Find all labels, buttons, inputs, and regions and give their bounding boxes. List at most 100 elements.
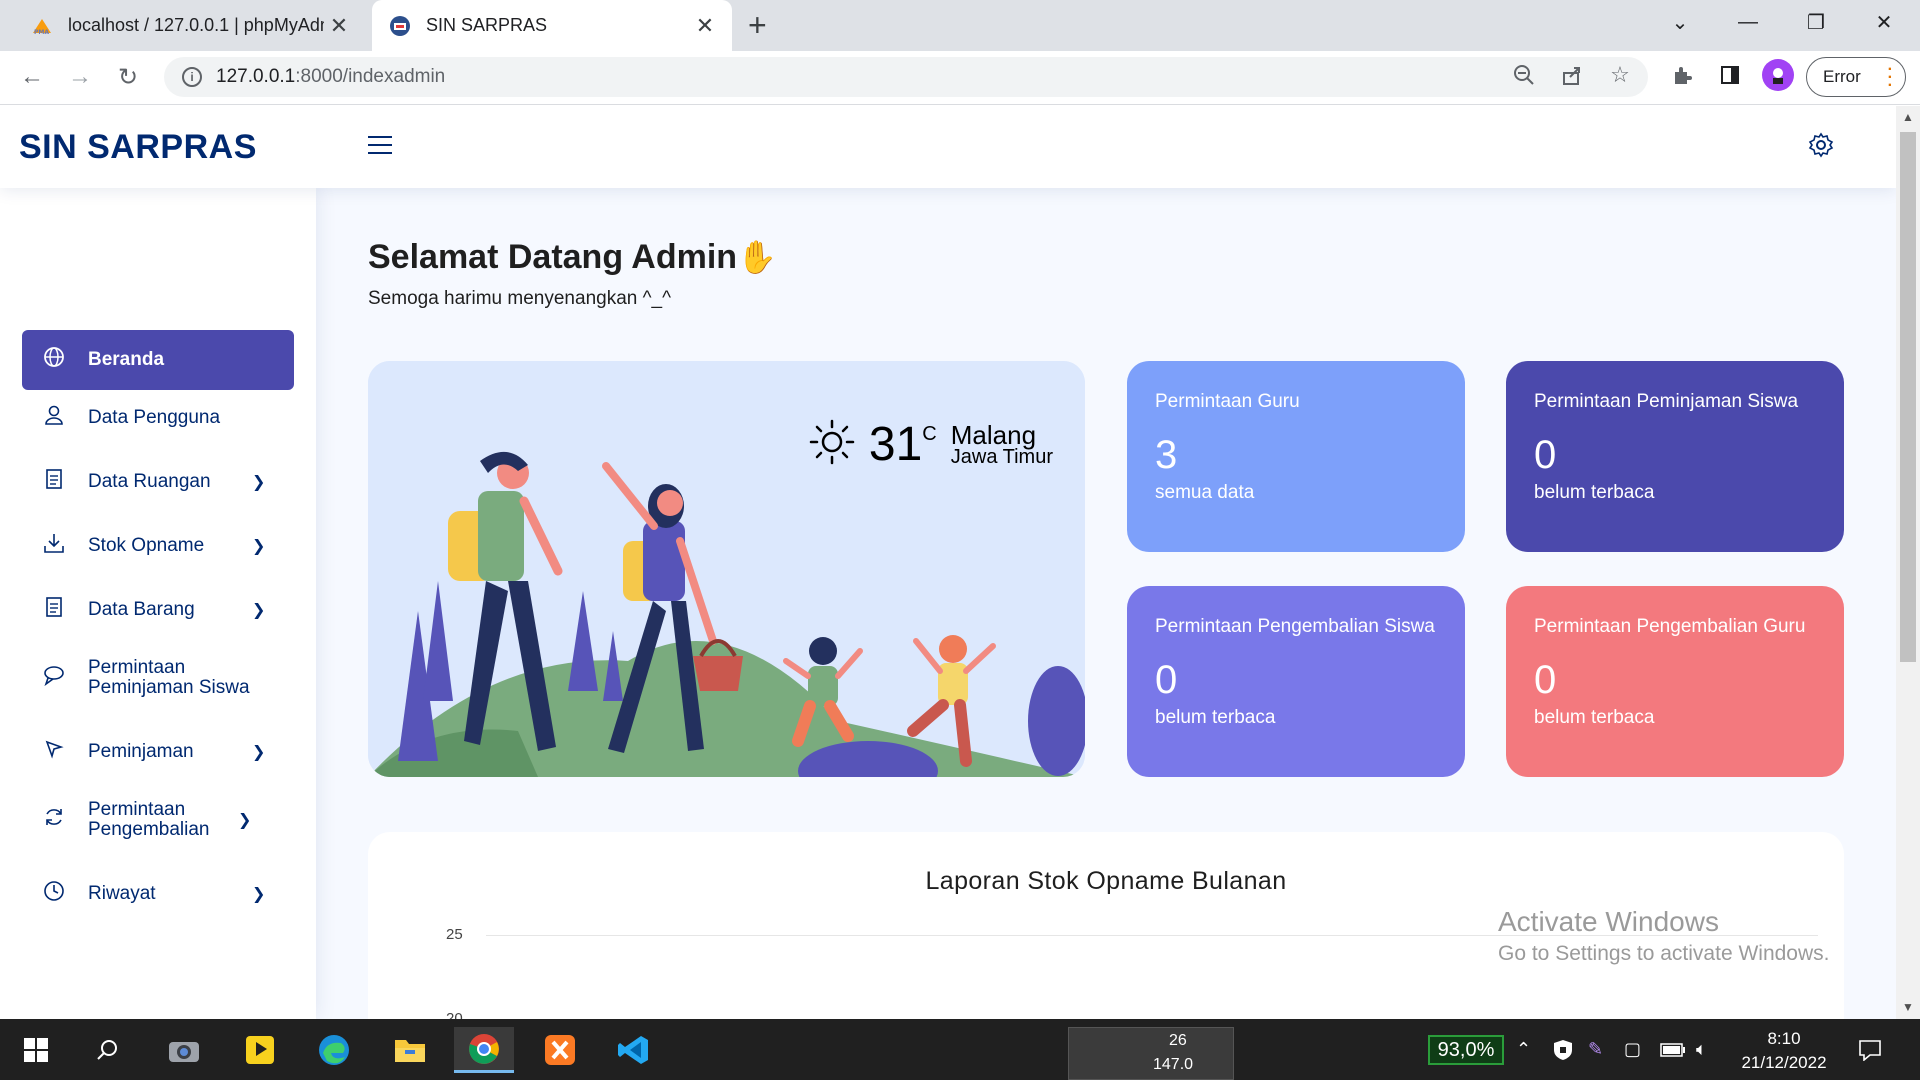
app-header: SIN SARPRAS <box>0 106 1896 188</box>
security-shield-icon[interactable] <box>1552 1019 1574 1080</box>
gear-icon[interactable] <box>1808 132 1834 165</box>
battery-icon[interactable] <box>1660 1019 1686 1080</box>
scroll-up-arrow-icon[interactable]: ▲ <box>1902 110 1914 124</box>
stat-title: Permintaan Guru <box>1155 391 1300 412</box>
volume-icon[interactable]: 🔈︎ <box>1696 1019 1707 1080</box>
sidebar-item-peminjaman[interactable]: Peminjaman ❯ <box>22 728 294 776</box>
sidebar-item-label: Permintaan Peminjaman Siswa <box>88 657 250 698</box>
zoom-icon[interactable] <box>1510 61 1538 89</box>
refresh-icon <box>42 806 66 834</box>
weather-card: 31 C Malang Jawa Timur <box>368 361 1085 777</box>
restore-button[interactable]: ❐ <box>1788 0 1844 44</box>
tab-search-icon[interactable]: ⌄ <box>1652 0 1708 44</box>
close-window-button[interactable]: ✕ <box>1856 0 1912 44</box>
sidebar-item-stok-opname[interactable]: Stok Opname ❯ <box>22 522 294 570</box>
sidebar-item-beranda[interactable]: Beranda <box>22 330 294 390</box>
hamburger-menu-icon[interactable] <box>368 136 392 160</box>
back-icon[interactable]: ← <box>14 59 50 95</box>
stat-card-permintaan-guru[interactable]: Permintaan Guru 3 semua data <box>1127 361 1465 552</box>
show-hidden-icons-chevron[interactable]: ⌃ <box>1516 1019 1531 1080</box>
chat-icon <box>42 664 66 692</box>
stat-value: 0 <box>1534 658 1557 702</box>
sun-icon <box>809 419 855 470</box>
system-monitor-widget[interactable]: 26 147.0 <box>1068 1027 1234 1080</box>
user-icon <box>42 404 66 432</box>
scroll-down-arrow-icon[interactable]: ▼ <box>1902 1000 1914 1014</box>
page-subtitle: Semoga harimu menyenangkan ^_^ <box>368 288 672 309</box>
xampp-icon[interactable] <box>530 1027 590 1073</box>
sidebar-item-permintaan-peminjaman-siswa[interactable]: Permintaan Peminjaman Siswa <box>22 646 294 710</box>
stat-value: 0 <box>1155 658 1178 702</box>
temperature-value: 31 <box>868 418 923 471</box>
tab-sin-sarpras[interactable]: SIN SARPRAS ✕ <box>372 0 732 51</box>
forward-icon[interactable]: → <box>62 59 98 95</box>
close-tab-icon[interactable]: ✕ <box>324 13 354 39</box>
site-info-icon[interactable]: i <box>182 67 202 87</box>
file-explorer-icon[interactable] <box>380 1027 440 1073</box>
device-icon[interactable]: ▢ <box>1624 1019 1641 1080</box>
profile-avatar[interactable] <box>1762 59 1794 91</box>
svg-text:PMA: PMA <box>34 29 49 35</box>
stat-subtitle: belum terbaca <box>1534 707 1655 728</box>
temperature-unit: C <box>922 423 937 445</box>
address-bar[interactable]: i 127.0.0.1:8000/indexadmin <box>164 57 1648 97</box>
chevron-right-icon: ❯ <box>238 812 252 829</box>
stat-card-pengembalian-siswa[interactable]: Permintaan Pengembalian Siswa 0 belum te… <box>1127 586 1465 777</box>
windows-start-icon[interactable] <box>6 1027 66 1073</box>
system-clock[interactable]: 8:10 21/12/2022 <box>1734 1027 1834 1075</box>
close-tab-icon[interactable]: ✕ <box>690 13 720 39</box>
scrollbar-thumb[interactable] <box>1900 132 1916 662</box>
chrome-browser-icon[interactable] <box>454 1027 514 1073</box>
document-icon <box>42 596 66 624</box>
edge-browser-icon[interactable] <box>304 1027 364 1073</box>
page-scrollbar[interactable]: ▲ ▼ <box>1896 106 1920 1019</box>
bookmark-star-icon[interactable]: ☆ <box>1606 61 1634 89</box>
chevron-right-icon: ❯ <box>252 886 266 903</box>
sidebar-item-permintaan-pengembalian[interactable]: Permintaan Pengembalian ❯ <box>22 788 294 852</box>
watermark-title: Activate Windows <box>1498 906 1719 937</box>
stat-title: Permintaan Pengembalian Guru <box>1534 616 1806 637</box>
sidebar-item-data-barang[interactable]: Data Barang ❯ <box>22 586 294 634</box>
player-app-icon[interactable] <box>230 1027 290 1073</box>
sidebar-item-label: Data Pengguna <box>88 407 221 428</box>
sidebar-item-data-pengguna[interactable]: Data Pengguna <box>22 394 294 442</box>
download-icon <box>42 532 66 560</box>
pen-icon[interactable]: ✎ <box>1588 1019 1603 1080</box>
side-panel-icon[interactable] <box>1716 61 1744 89</box>
clock-icon <box>42 880 66 908</box>
widget-value: 26 <box>1169 1032 1187 1049</box>
stat-subtitle: belum terbaca <box>1534 482 1655 503</box>
tab-title: SIN SARPRAS <box>426 15 548 35</box>
sidebar-item-data-ruangan[interactable]: Data Ruangan ❯ <box>22 458 294 506</box>
y-tick-label: 20 <box>446 1010 463 1019</box>
app-logo[interactable]: SIN SARPRAS <box>19 128 257 167</box>
stat-card-peminjaman-siswa[interactable]: Permintaan Peminjaman Siswa 0 belum terb… <box>1506 361 1844 552</box>
battery-percent-badge[interactable]: 93,0% <box>1428 1035 1504 1065</box>
reload-icon[interactable]: ↻ <box>110 59 146 95</box>
tab-phpmyadmin[interactable]: PMA localhost / 127.0.0.1 | phpMyAdm ✕ <box>14 0 366 51</box>
new-tab-button[interactable]: + <box>748 8 767 42</box>
chevron-right-icon: ❯ <box>252 744 266 761</box>
search-icon[interactable] <box>78 1027 138 1073</box>
notifications-icon[interactable] <box>1858 1019 1882 1080</box>
stat-title: Permintaan Pengembalian Siswa <box>1155 616 1435 637</box>
profile-error-button[interactable]: Error · · · <box>1806 57 1906 97</box>
waving-hand-icon: ✋ <box>737 239 777 275</box>
widget-value: 147.0 <box>1153 1056 1194 1073</box>
sidebar-item-label: Riwayat <box>88 883 156 904</box>
sidebar-item-label: Stok Opname <box>88 535 205 556</box>
menu-dots-icon[interactable]: · · · <box>1888 62 1893 94</box>
vscode-icon[interactable] <box>604 1027 664 1073</box>
weather-widget: 31 C Malang Jawa Timur <box>809 417 1053 472</box>
minimize-button[interactable]: — <box>1720 0 1776 44</box>
camera-app-icon[interactable] <box>154 1027 214 1073</box>
extensions-icon[interactable] <box>1668 61 1696 89</box>
sidebar-item-riwayat[interactable]: Riwayat ❯ <box>22 870 294 918</box>
sidebar-item-label: Data Barang <box>88 599 195 620</box>
cursor-icon <box>42 739 66 765</box>
sidebar-item-label: Peminjaman <box>88 741 194 762</box>
stat-card-pengembalian-guru[interactable]: Permintaan Pengembalian Guru 0 belum ter… <box>1506 586 1844 777</box>
share-icon[interactable] <box>1558 61 1586 89</box>
tab-title: localhost / 127.0.0.1 | phpMyAdm <box>68 15 324 35</box>
browser-tab-strip: PMA localhost / 127.0.0.1 | phpMyAdm ✕ S… <box>0 0 1920 51</box>
